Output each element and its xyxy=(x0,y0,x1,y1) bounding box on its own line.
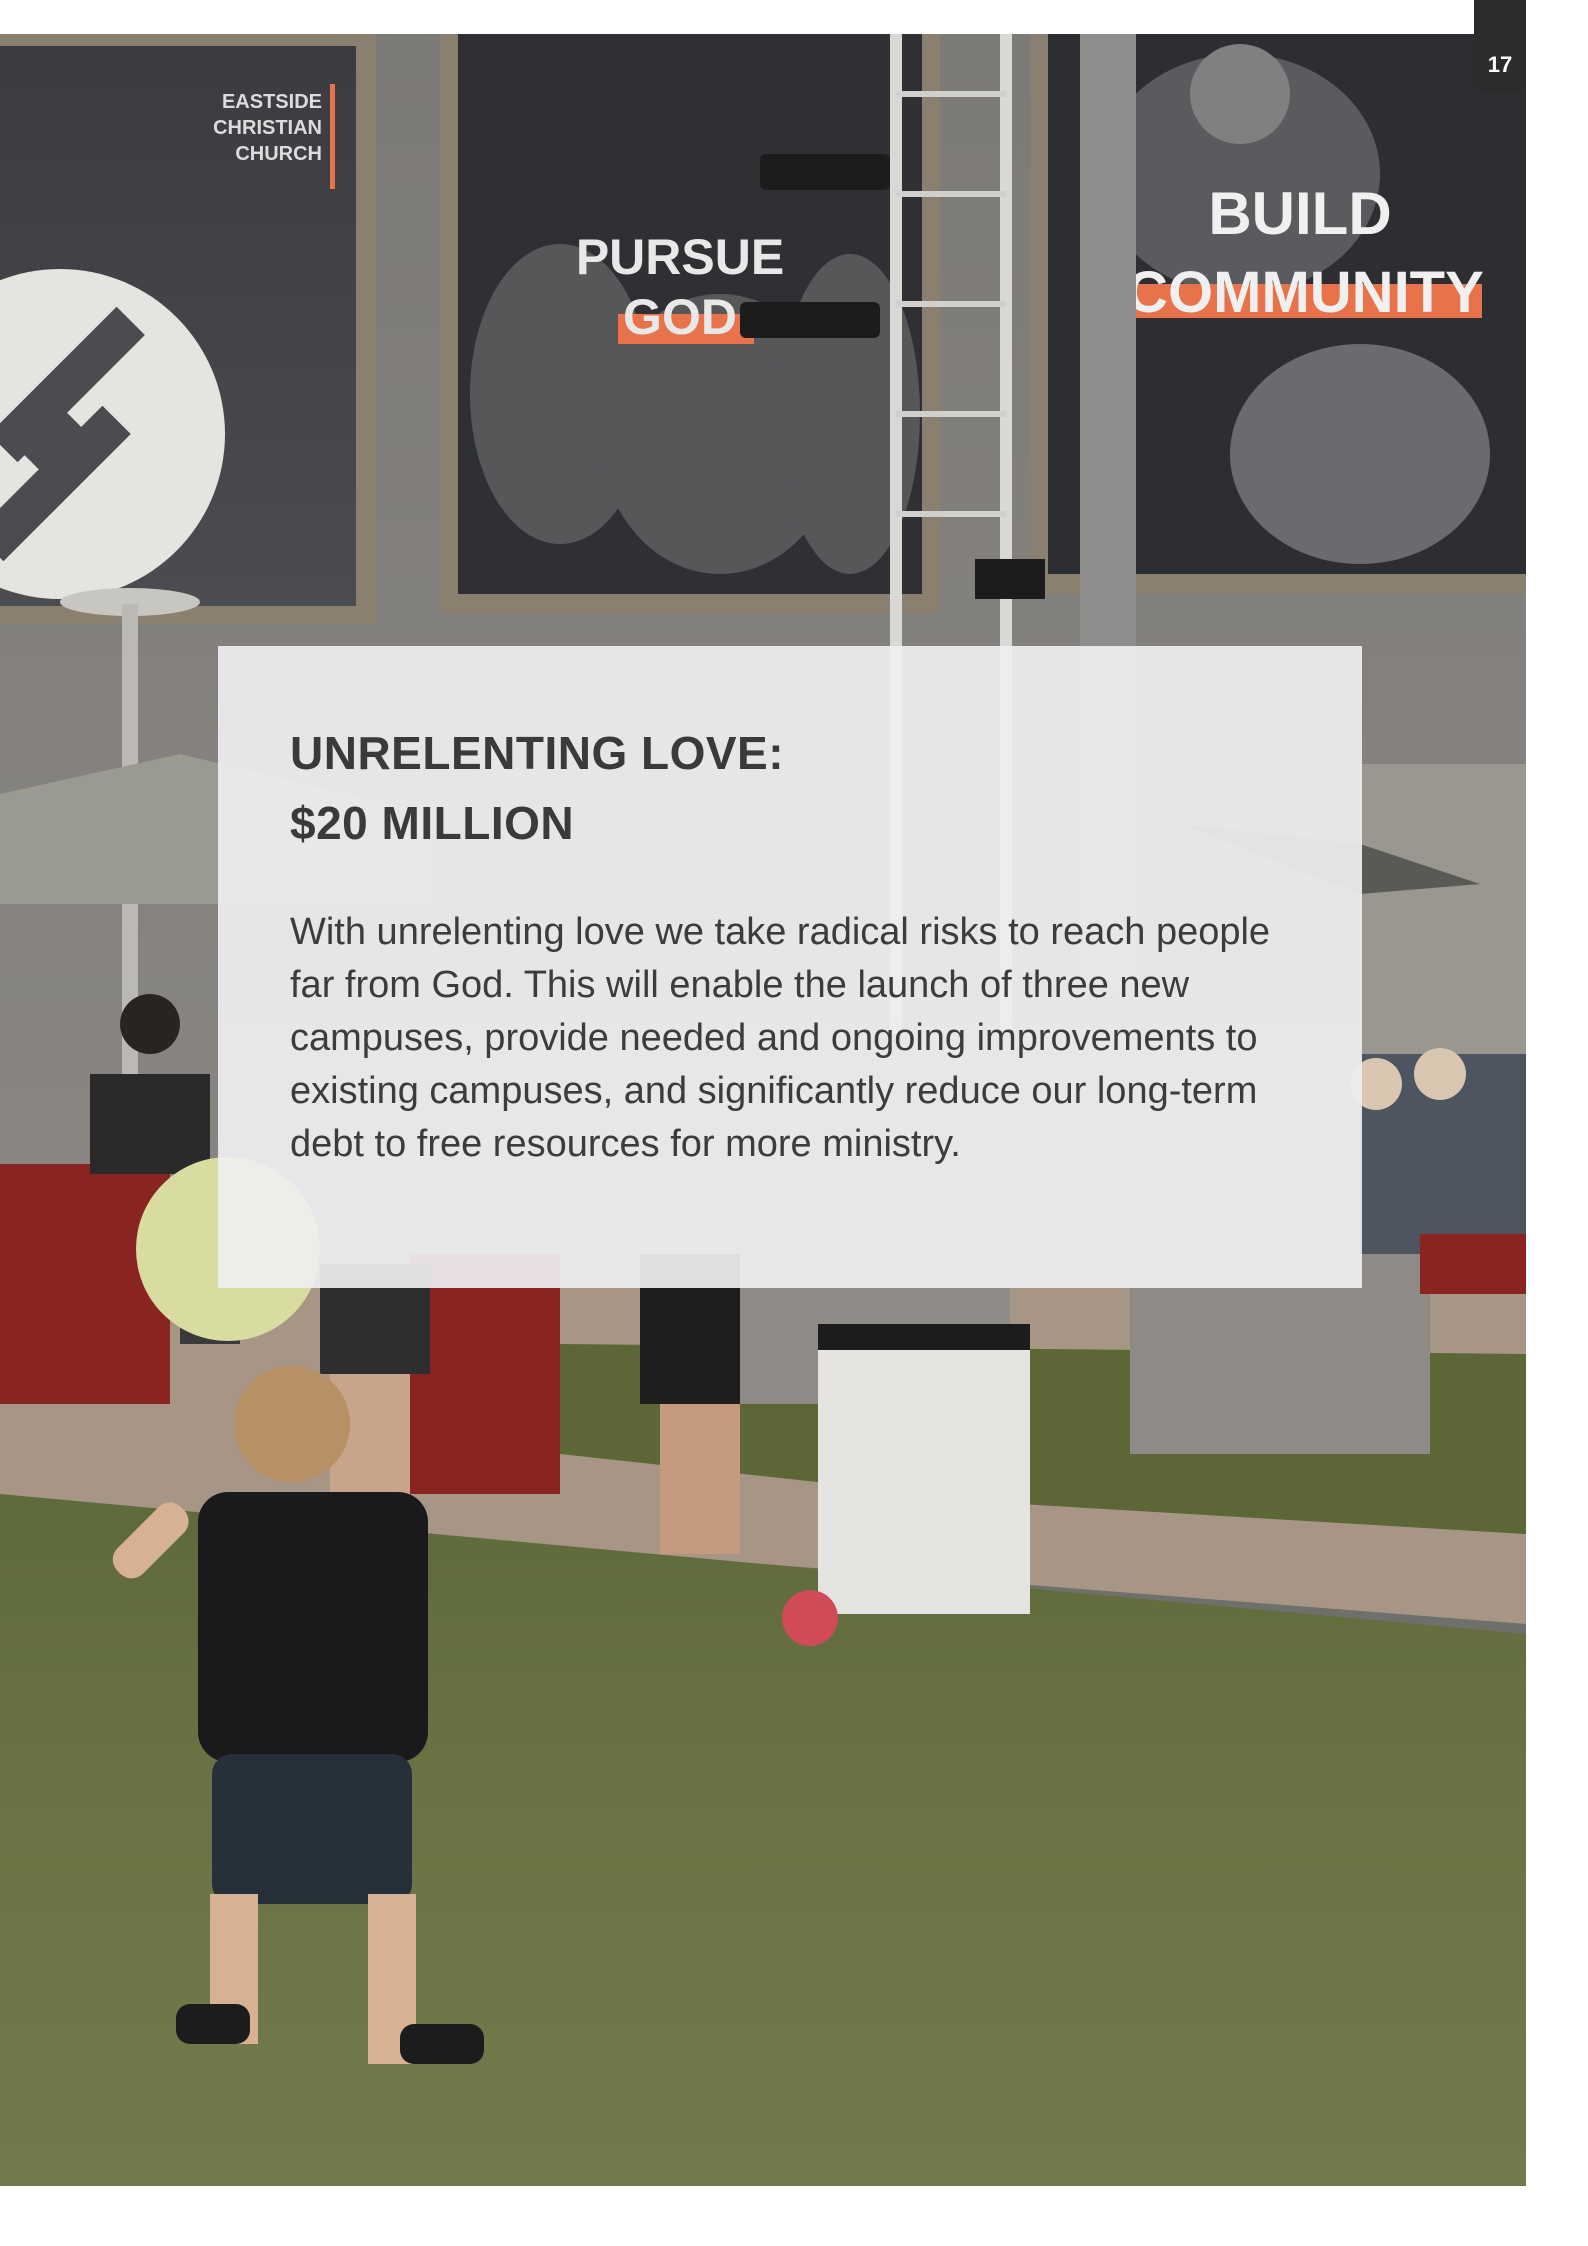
red-ball xyxy=(782,1590,838,1646)
banner-text-eastside: EASTSIDE xyxy=(222,91,322,113)
banner-text-church: CHURCH xyxy=(235,143,322,165)
content-box: UNRELENTING LOVE: $20 MILLION With unrel… xyxy=(218,646,1362,1288)
heading-line-2: $20 MILLION xyxy=(290,797,575,849)
banner-text-community: COMMUNITY xyxy=(1126,260,1484,325)
body-paragraph: With unrelenting love we take radical ri… xyxy=(290,911,1271,1165)
left-banner: EASTSIDE CHRISTIAN CHURCH xyxy=(0,34,376,624)
page: EASTSIDE CHRISTIAN CHURCH PURSUE GOD BUI… xyxy=(0,0,1588,2246)
heading-line-1: UNRELENTING LOVE: xyxy=(290,727,785,779)
page-number-tab: 17 xyxy=(1474,0,1526,92)
banner-text-pursue: PURSUE xyxy=(576,229,784,285)
section-heading: UNRELENTING LOVE: $20 MILLION xyxy=(290,718,1292,858)
trash-bin xyxy=(818,1324,1030,1614)
page-number: 17 xyxy=(1487,52,1513,77)
banner-text-christian: CHRISTIAN xyxy=(213,117,322,139)
banner-text-build: BUILD xyxy=(1208,180,1391,247)
banner-text-god: GOD xyxy=(623,289,737,345)
